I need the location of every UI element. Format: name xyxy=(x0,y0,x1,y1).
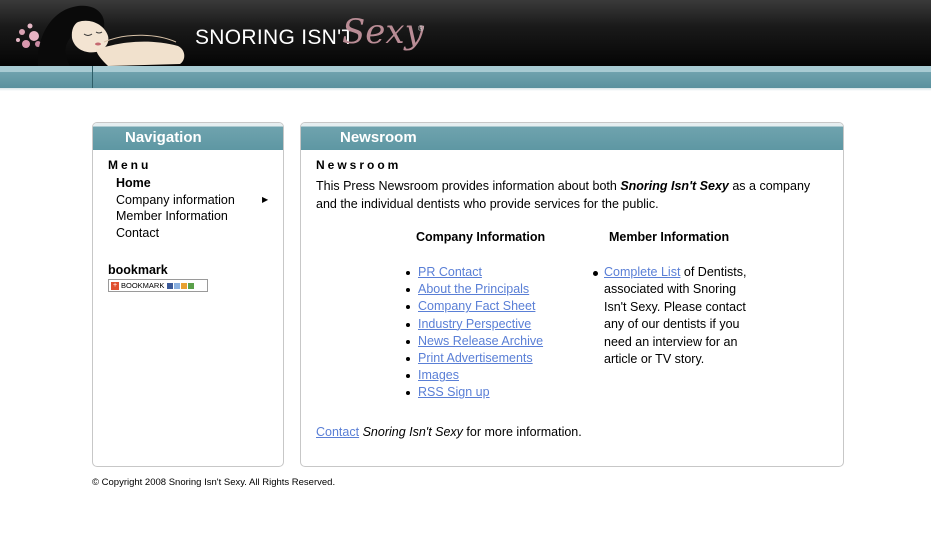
nav-menu: Home Company information ▶ Member Informa… xyxy=(116,175,269,242)
bookmark-button-label: BOOKMARK xyxy=(121,281,165,290)
list-item: About the Principals xyxy=(401,281,543,298)
submenu-arrow-icon: ▶ xyxy=(262,194,269,204)
registered-mark: ® xyxy=(418,24,424,33)
menu-heading: Menu xyxy=(108,158,152,172)
company-fact-sheet-link[interactable]: Company Fact Sheet xyxy=(418,299,535,313)
newsroom-intro: This Press Newsroom provides information… xyxy=(316,179,811,211)
copyright-text: © Copyright 2008 Snoring Isn't Sexy. All… xyxy=(92,477,336,488)
list-item: PR Contact xyxy=(401,264,543,281)
pr-contact-link[interactable]: PR Contact xyxy=(418,265,482,279)
navigation-panel-title: Navigation xyxy=(93,123,283,150)
print-advertisements-link[interactable]: Print Advertisements xyxy=(418,351,533,365)
news-release-archive-link[interactable]: News Release Archive xyxy=(418,334,543,348)
plus-icon: + xyxy=(111,282,119,291)
member-information-heading: Member Information xyxy=(609,230,730,244)
images-link[interactable]: Images xyxy=(418,368,459,382)
navigation-panel: Navigation Menu Home Company information… xyxy=(92,122,284,467)
member-information-text: Complete List of Dentists, associated wi… xyxy=(589,264,749,368)
site-header: SNORING ISN'T Sexy ® xyxy=(0,0,931,66)
newsroom-heading: Newsroom xyxy=(316,158,402,172)
list-item: RSS Sign up xyxy=(401,384,543,401)
company-information-heading: Company Information xyxy=(416,230,546,244)
complete-list-link[interactable]: Complete List xyxy=(604,265,680,279)
rss-signup-link[interactable]: RSS Sign up xyxy=(418,385,490,399)
logo-text: SNORING ISN'T xyxy=(195,26,355,49)
logo-woman-illustration xyxy=(16,5,185,66)
about-principals-link[interactable]: About the Principals xyxy=(418,282,529,296)
nav-item-company-information[interactable]: Company information ▶ xyxy=(116,192,269,209)
logo-script-text: Sexy xyxy=(342,12,424,52)
list-item: Company Fact Sheet xyxy=(401,298,543,315)
list-item: Industry Perspective xyxy=(401,316,543,333)
list-item: Images xyxy=(401,367,543,384)
nav-bar xyxy=(0,66,931,88)
list-item: News Release Archive xyxy=(401,333,543,350)
nav-item-contact[interactable]: Contact xyxy=(116,225,266,242)
list-item: Print Advertisements xyxy=(401,350,543,367)
bookmark-button[interactable]: + BOOKMARK xyxy=(108,279,208,292)
nav-item-home[interactable]: Home xyxy=(116,175,266,192)
company-links-list: PR Contact About the Principals Company … xyxy=(401,264,543,402)
newsroom-panel: Newsroom Newsroom This Press Newsroom pr… xyxy=(300,122,844,467)
nav-bar-divider xyxy=(92,66,93,88)
social-icons xyxy=(167,281,195,291)
bookmark-heading: bookmark xyxy=(108,263,168,277)
newsroom-panel-title: Newsroom xyxy=(301,123,843,150)
nav-item-member-information[interactable]: Member Information xyxy=(116,208,266,225)
industry-perspective-link[interactable]: Industry Perspective xyxy=(418,317,531,331)
contact-link[interactable]: Contact xyxy=(316,425,359,439)
newsroom-footer: Contact Snoring Isn't Sexy for more info… xyxy=(316,425,582,439)
